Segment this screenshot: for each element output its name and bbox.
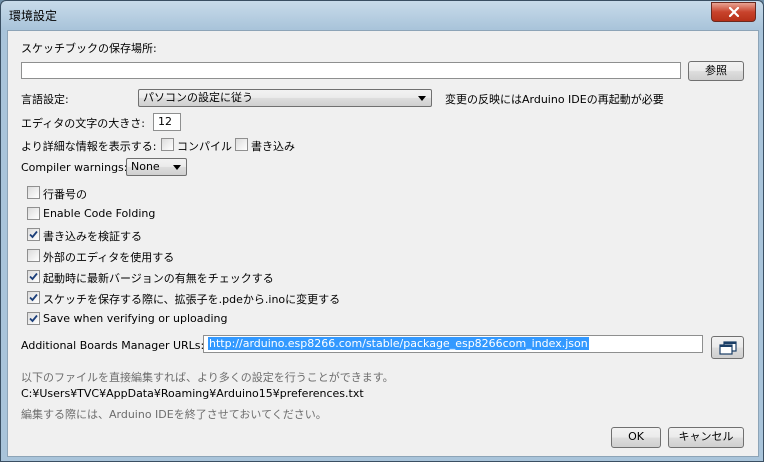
option-label-4: 起動時に最新バージョンの有無をチェックする [43, 272, 274, 285]
verbose-upload-label: 書き込み [251, 140, 295, 153]
sketchbook-path-input[interactable] [21, 62, 681, 79]
restart-note: 変更の反映にはArduino IDEの再起動が必要 [445, 93, 664, 106]
checkmark-icon [29, 230, 38, 239]
boards-manager-urls-value: http://arduino.esp8266.com/stable/packag… [208, 337, 589, 350]
edit-urls-button[interactable] [711, 336, 744, 359]
language-label: 言語設定: [21, 93, 69, 106]
option-label-5: スケッチを保存する際に、拡張子を.pdeから.inoに変更する [43, 293, 341, 306]
dialog-body: スケッチブックの保存場所: 参照 言語設定: パソコンの設定に従う 変更の反映に… [7, 30, 759, 457]
compiler-warnings-label: Compiler warnings: [21, 161, 128, 174]
verbose-label: より詳細な情報を表示する: [21, 140, 157, 153]
close-button[interactable] [711, 2, 756, 22]
window-list-icon [718, 341, 737, 355]
window-title: 環境設定 [9, 9, 58, 23]
language-select[interactable]: パソコンの設定に従う [138, 89, 432, 107]
checkmark-icon [29, 272, 38, 281]
option-label-1: Enable Code Folding [43, 207, 156, 220]
option-checkbox-0[interactable] [27, 186, 40, 199]
option-checkbox-5[interactable] [27, 291, 40, 304]
edit-hint-text: 以下のファイルを直接編集すれば、より多くの設定を行うことができます。 [21, 371, 394, 384]
preferences-window: 環境設定 スケッチブックの保存場所: 参照 言語設定: パソコンの設定に従う 変… [0, 0, 764, 462]
option-label-0: 行番号の [43, 188, 87, 201]
compiler-warnings-selected-value: None [131, 160, 160, 173]
compiler-warnings-select[interactable]: None [126, 158, 187, 176]
font-size-input[interactable]: 12 [153, 113, 181, 131]
option-checkbox-2[interactable] [27, 228, 40, 241]
font-size-label: エディタの文字の大きさ: [21, 117, 145, 130]
option-checkbox-1[interactable] [27, 207, 40, 220]
checkmark-icon [29, 293, 38, 302]
option-checkbox-6[interactable] [27, 312, 40, 325]
option-checkbox-3[interactable] [27, 249, 40, 262]
sketchbook-label: スケッチブックの保存場所: [21, 42, 157, 55]
option-label-2: 書き込みを検証する [43, 230, 142, 243]
boards-manager-urls-input[interactable]: http://arduino.esp8266.com/stable/packag… [203, 335, 703, 353]
option-checkbox-4[interactable] [27, 270, 40, 283]
boards-manager-label: Additional Boards Manager URLs: [21, 339, 205, 352]
browse-button[interactable]: 参照 [688, 61, 744, 81]
chevron-down-icon [173, 165, 181, 170]
option-label-6: Save when verifying or uploading [43, 312, 228, 325]
title-bar[interactable]: 環境設定 [1, 1, 763, 29]
verbose-compile-checkbox[interactable] [161, 138, 174, 151]
option-label-3: 外部のエディタを使用する [43, 251, 175, 264]
cancel-button[interactable]: キャンセル [668, 427, 744, 448]
ok-button[interactable]: OK [611, 427, 661, 448]
chevron-down-icon [418, 96, 426, 101]
verbose-compile-label: コンパイル [177, 140, 232, 153]
close-icon [728, 7, 739, 17]
checkmark-icon [29, 314, 38, 323]
language-selected-value: パソコンの設定に従う [143, 91, 253, 104]
verbose-upload-checkbox[interactable] [235, 138, 248, 151]
close-hint-text: 編集する際には、Arduino IDEを終了させておいてください。 [21, 408, 327, 421]
preferences-path-text: C:¥Users¥TVC¥AppData¥Roaming¥Arduino15¥p… [21, 387, 364, 400]
